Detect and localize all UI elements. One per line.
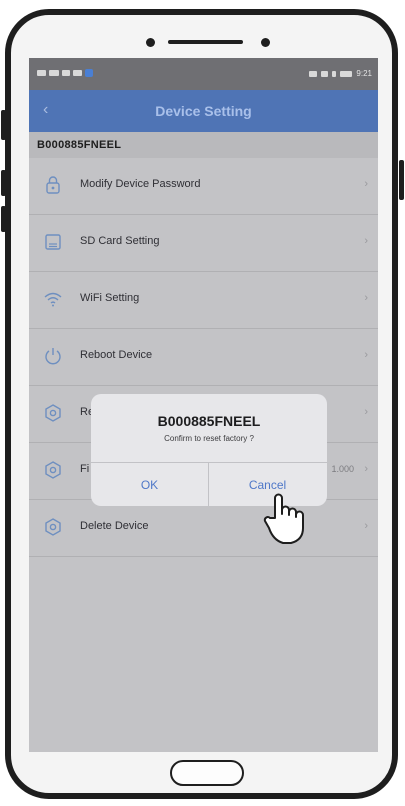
phone-side-button bbox=[399, 160, 404, 200]
menu-item-label: Delete Device bbox=[80, 520, 149, 532]
settings-icon bbox=[45, 518, 61, 536]
phone-camera-dot bbox=[146, 38, 155, 47]
ok-button[interactable]: OK bbox=[91, 462, 208, 506]
status-icons-right: 9:21 bbox=[309, 69, 372, 78]
menu-item-wifi[interactable]: WiFi Setting › bbox=[29, 272, 378, 329]
chevron-right-icon: › bbox=[364, 292, 368, 304]
status-bar: 9:21 bbox=[29, 58, 378, 90]
app-notification-icon bbox=[85, 69, 93, 77]
battery-icon bbox=[340, 70, 353, 77]
menu-item-sd-card[interactable]: SD Card Setting › bbox=[29, 215, 378, 272]
phone-side-button bbox=[1, 206, 6, 232]
chevron-right-icon: › bbox=[364, 520, 368, 532]
status-icons-left bbox=[37, 69, 93, 77]
menu-item-label: Modify Device Password bbox=[80, 178, 201, 190]
menu-item-label: SD Card Setting bbox=[80, 235, 160, 247]
title-bar: ‹ Device Setting bbox=[29, 90, 378, 132]
sd-card-icon bbox=[45, 234, 61, 250]
signal-icon bbox=[49, 70, 59, 76]
nfc-icon bbox=[309, 70, 318, 77]
menu-item-delete-device[interactable]: Delete Device › bbox=[29, 500, 378, 557]
chevron-right-icon: › bbox=[364, 406, 368, 418]
wifi-status-icon bbox=[62, 70, 70, 76]
lock-icon bbox=[46, 176, 60, 194]
dialog-message: Confirm to reset factory ? bbox=[164, 434, 254, 443]
bluetooth-icon bbox=[332, 70, 337, 77]
phone-sensor-dot bbox=[261, 38, 270, 47]
chevron-right-icon: › bbox=[364, 178, 368, 190]
power-icon bbox=[45, 348, 61, 365]
device-id-label: B000885FNEEL bbox=[37, 139, 122, 151]
menu-item-label: Reboot Device bbox=[80, 349, 153, 361]
settings-icon bbox=[45, 461, 61, 479]
chevron-right-icon: › bbox=[364, 235, 368, 247]
menu-item-modify-password[interactable]: Modify Device Password › bbox=[29, 158, 378, 215]
phone-side-button bbox=[1, 170, 6, 196]
app-screen: 9:21 ‹ Device Setting B000885FNEEL Modif… bbox=[29, 58, 378, 752]
settings-icon bbox=[45, 404, 61, 422]
phone-side-button bbox=[1, 110, 6, 140]
page-title: Device Setting bbox=[155, 103, 252, 119]
menu-item-label: Fi bbox=[80, 463, 90, 475]
tap-hand-icon bbox=[263, 493, 304, 544]
dialog-title: B000885FNEEL bbox=[157, 413, 261, 429]
sim-icon bbox=[37, 70, 46, 76]
phone-speaker bbox=[168, 40, 243, 44]
menu-item-label: WiFi Setting bbox=[80, 292, 140, 304]
chevron-right-icon: › bbox=[364, 349, 368, 361]
wifi-icon bbox=[44, 292, 62, 307]
chevron-right-icon: › bbox=[364, 463, 368, 475]
alarm-icon bbox=[321, 70, 329, 77]
data-icon bbox=[73, 70, 82, 76]
home-button[interactable] bbox=[170, 760, 244, 786]
status-time: 9:21 bbox=[356, 69, 372, 78]
menu-item-reboot[interactable]: Reboot Device › bbox=[29, 329, 378, 386]
firmware-version-value: 1.000 bbox=[331, 464, 354, 474]
device-id-header: B000885FNEEL bbox=[29, 132, 378, 158]
